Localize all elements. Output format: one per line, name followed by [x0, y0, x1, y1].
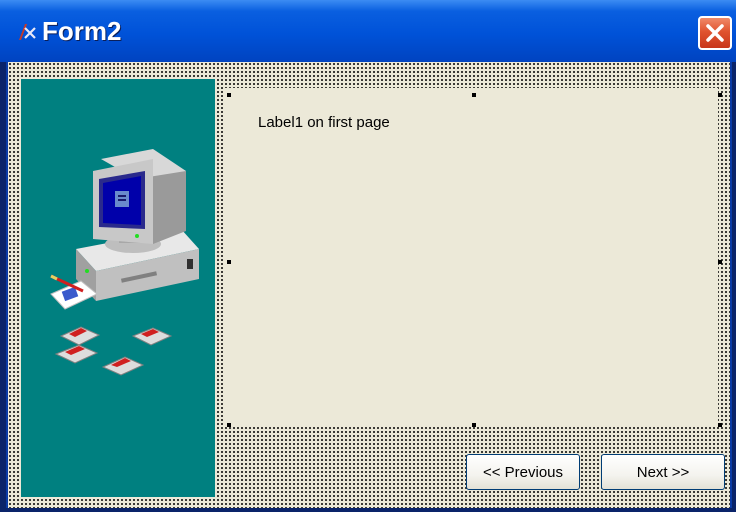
previous-button[interactable]: << Previous	[466, 454, 580, 490]
form-window: Form2 Label1 on first page << Previous N…	[0, 0, 736, 512]
next-button[interactable]: Next >>	[601, 454, 725, 490]
label1: Label1 on first page	[258, 114, 390, 131]
close-button[interactable]	[698, 16, 732, 50]
wizard-side-image	[21, 79, 215, 497]
selection-handle[interactable]	[227, 423, 231, 427]
wizard-page-panel[interactable]	[224, 88, 718, 426]
form-client-area: Label1 on first page << Previous Next >>	[6, 62, 732, 508]
title-bar[interactable]: Form2	[0, 0, 736, 62]
selection-handle[interactable]	[472, 93, 476, 97]
computer-illustration	[50, 149, 199, 376]
selection-handle[interactable]	[227, 260, 231, 264]
selection-handle[interactable]	[718, 93, 722, 97]
app-icon[interactable]	[16, 20, 38, 42]
selection-handle[interactable]	[718, 260, 722, 264]
selection-handle[interactable]	[718, 423, 722, 427]
selection-handle[interactable]	[227, 93, 231, 97]
close-icon	[706, 24, 724, 42]
selection-handle[interactable]	[472, 423, 476, 427]
window-title: Form2	[42, 16, 122, 46]
